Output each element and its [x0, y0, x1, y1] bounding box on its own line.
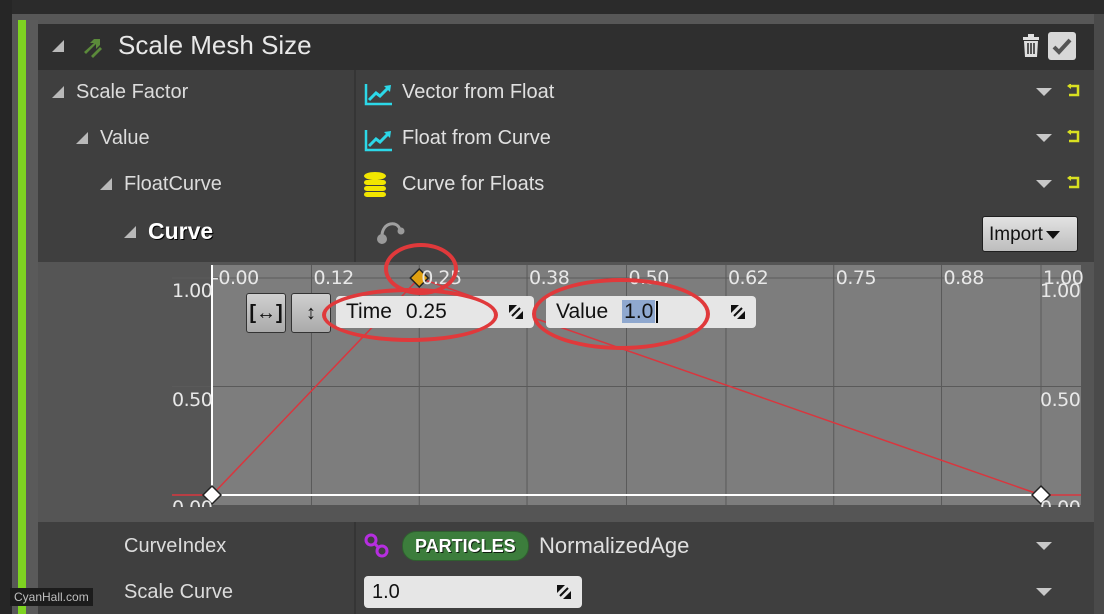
dropdown-arrow-icon[interactable] [1036, 180, 1052, 188]
scale-curve-label: Scale Curve [124, 581, 233, 603]
module-arrow-icon [84, 39, 102, 58]
property-label: Scale Factor [76, 81, 189, 103]
reset-to-default-icon[interactable] [1066, 84, 1080, 98]
module-accent-bar [18, 20, 26, 614]
x-tick-label: 0.12 [313, 267, 354, 289]
dropdown-arrow-icon[interactable] [1036, 134, 1052, 142]
column-divider[interactable] [354, 522, 356, 614]
annotation-circle-value [532, 278, 710, 350]
expand-arrow-icon[interactable] [76, 132, 88, 144]
dropdown-arrow-icon[interactable] [1036, 588, 1052, 596]
property-value: Curve for Floats [402, 173, 545, 195]
expand-arrow-icon[interactable] [52, 86, 64, 98]
caret-down-icon [1045, 230, 1060, 239]
column-divider[interactable] [354, 70, 356, 262]
property-label: FloatCurve [124, 173, 222, 195]
curve-index-label: CurveIndex [124, 535, 227, 557]
scale-curve-value[interactable]: 1.0 [372, 581, 400, 603]
x-tick-label: -0.00 [212, 267, 259, 289]
curve-editor-icon[interactable] [374, 214, 408, 248]
fit-vertical-icon: ↕ [306, 302, 316, 324]
y-tick-label-left: 0.00 [172, 497, 212, 507]
reset-to-default-icon[interactable] [1066, 130, 1080, 144]
y-tick-label-left: 1.00 [172, 280, 213, 302]
annotation-circle-time [322, 288, 498, 342]
property-value: Vector from Float [402, 81, 555, 103]
outer-background [0, 0, 12, 614]
fit-horizontal-icon: [↔] [249, 302, 283, 324]
import-button-label: Import [989, 224, 1043, 245]
scale-curve-field[interactable]: 1.0 [364, 576, 582, 608]
fit-horizontal-button[interactable]: [↔] [246, 293, 286, 333]
spin-arrows-icon[interactable] [556, 584, 572, 600]
expand-arrow-icon[interactable] [100, 178, 112, 190]
dynamic-input-icon [364, 130, 392, 152]
reset-to-default-icon[interactable] [1066, 176, 1080, 190]
trash-icon[interactable] [1020, 34, 1042, 58]
checkmark-icon [1052, 38, 1072, 55]
data-stack-icon [364, 172, 386, 197]
y-tick-label-right: 0.00 [1040, 497, 1080, 507]
x-tick-label: 0.75 [835, 267, 877, 289]
property-label: Value [100, 127, 150, 149]
link-icon [364, 533, 389, 558]
y-tick-label-right: 0.50 [1040, 388, 1081, 411]
import-button[interactable]: Import [982, 216, 1078, 252]
dynamic-input-icon [364, 84, 392, 106]
spin-arrows-icon[interactable] [508, 304, 524, 320]
scrollbar-track[interactable] [1094, 14, 1104, 614]
y-tick-label-right: 1.00 [1040, 280, 1081, 302]
watermark: CyanHall.com [10, 588, 93, 606]
expand-arrow-icon[interactable] [124, 226, 136, 238]
module-header: Scale Mesh Size [38, 24, 1094, 70]
property-value: Float from Curve [402, 127, 551, 149]
property-label: Curve [148, 218, 214, 244]
collapse-arrow-icon[interactable] [52, 40, 64, 52]
dropdown-arrow-icon[interactable] [1036, 88, 1052, 96]
namespace-badge: PARTICLES [402, 531, 529, 561]
curve-index-value: NormalizedAge [539, 533, 690, 558]
spin-arrows-icon[interactable] [730, 304, 746, 320]
annotation-circle-key [384, 243, 458, 295]
module-gutter [26, 20, 38, 614]
enable-checkbox[interactable] [1048, 32, 1076, 60]
dropdown-arrow-icon[interactable] [1036, 542, 1052, 550]
x-tick-label: 0.88 [943, 267, 985, 289]
module-title: Scale Mesh Size [118, 30, 312, 60]
x-tick-label: 0.62 [727, 267, 769, 289]
y-tick-label-left: 0.50 [172, 388, 213, 411]
